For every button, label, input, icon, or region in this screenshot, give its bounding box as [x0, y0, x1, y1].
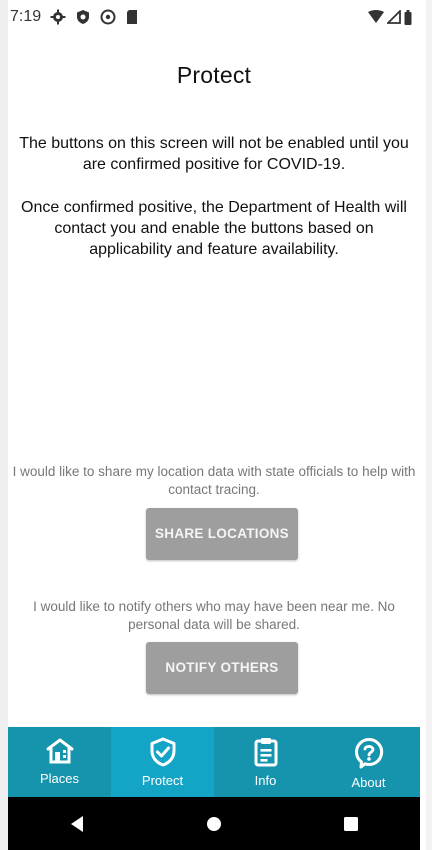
back-button[interactable] [47, 797, 107, 850]
recents-square-icon [344, 816, 359, 831]
signal-icon [387, 10, 401, 24]
status-left: 7:19 [10, 8, 139, 26]
app-content: 7:19 Protect The buttons on this screen … [8, 0, 420, 850]
tab-about[interactable]: About [317, 727, 420, 797]
status-time: 7:19 [10, 8, 42, 25]
tab-info[interactable]: Info [214, 727, 317, 797]
battery-icon [404, 9, 412, 25]
bottom-tab-bar: Places Protect Info About [8, 727, 420, 797]
settings-icon [50, 9, 66, 25]
clipboard-icon [253, 737, 279, 767]
home-icon [45, 737, 75, 765]
back-triangle-icon [70, 815, 83, 832]
tab-protect-label: Protect [141, 773, 184, 788]
sd-card-icon [125, 9, 139, 25]
home-circle-icon [206, 816, 221, 831]
status-right [368, 9, 412, 25]
right-edge [426, 0, 432, 850]
shield-check-icon [149, 737, 177, 767]
left-edge [0, 0, 8, 850]
home-button[interactable] [184, 797, 244, 850]
notify-others-button[interactable]: NOTIFY OTHERS [146, 642, 298, 694]
at-sign-icon [100, 9, 116, 25]
recents-button[interactable] [321, 797, 381, 850]
wifi-icon [368, 10, 384, 24]
description-paragraph-1: The buttons on this screen will not be e… [19, 135, 409, 173]
tab-about-label: About [351, 775, 386, 790]
share-locations-text: I would like to share my location data w… [12, 464, 416, 497]
status-bar: 7:19 [8, 0, 420, 34]
tab-places-label: Places [39, 771, 80, 786]
tab-places[interactable]: Places [8, 727, 111, 797]
system-navigation-bar [8, 797, 420, 850]
tab-protect[interactable]: Protect [111, 727, 214, 797]
description-paragraph-2: Once confirmed positive, the Department … [21, 199, 407, 258]
shield-status-icon [75, 9, 91, 25]
app-screen: 7:19 Protect The buttons on this screen … [0, 0, 432, 850]
help-bubble-icon [354, 737, 384, 769]
tab-info-label: Info [254, 773, 277, 788]
share-locations-button[interactable]: SHARE LOCATIONS [146, 508, 298, 560]
page-title: Protect [176, 62, 252, 88]
notify-others-text: I would like to notify others who may ha… [33, 599, 395, 632]
